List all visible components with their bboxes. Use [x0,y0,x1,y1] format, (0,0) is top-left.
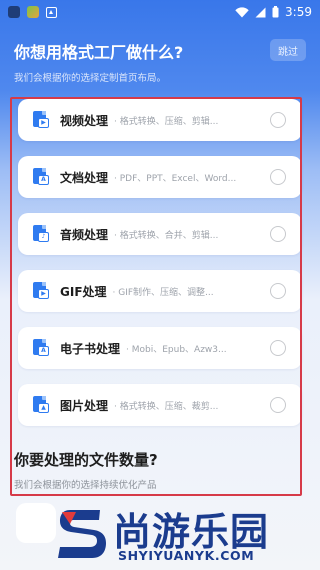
watermark-logo-icon [58,510,106,558]
file-count-title: 你要处理的文件数量? [14,451,158,469]
signal-icon [255,7,266,17]
wifi-icon [235,6,249,17]
notification-icons [8,6,57,18]
skip-button[interactable]: 跳过 [270,39,306,61]
system-icons: 3:59 [235,5,312,19]
status-bar: 3:59 [0,0,320,24]
file-count-option[interactable] [16,503,56,543]
watermark-url: SHYIYUANYK.COM [118,548,255,563]
app-a-icon [46,6,57,18]
page-subtitle: 我们会根据你的选择定制首页布局。 [14,73,167,84]
clock: 3:59 [285,5,312,19]
page-title: 你想用格式工厂做什么? [14,43,184,62]
app-color-icon [27,6,39,18]
battery-icon [272,6,279,18]
app-dark-icon [8,6,20,18]
highlight-box [10,97,302,496]
file-count-subtitle: 我们会根据你的选择持续优化产品 [14,480,157,491]
